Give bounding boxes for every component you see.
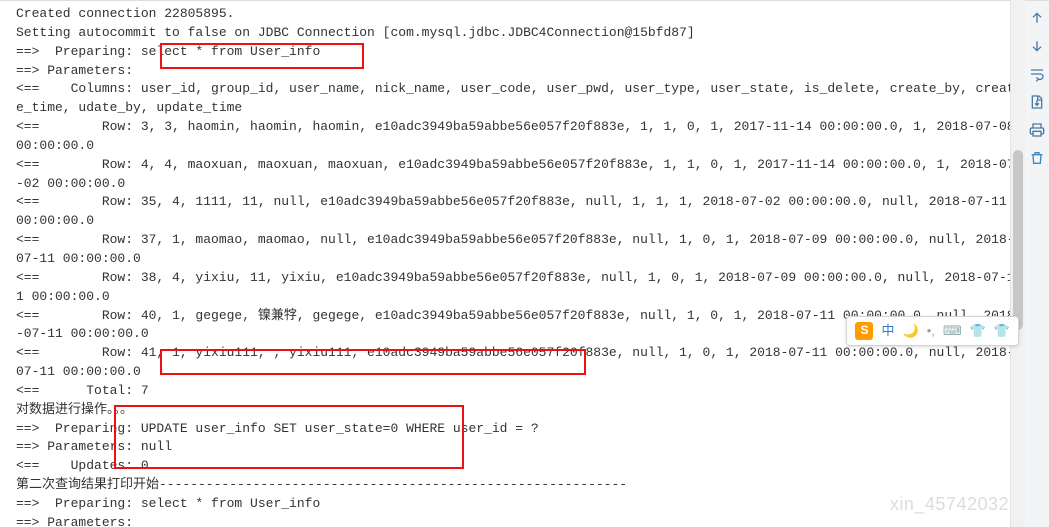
scroll-down-icon[interactable]	[1028, 37, 1046, 55]
console-log[interactable]: Created connection 22805895.Setting auto…	[0, 1, 1024, 527]
ime-toolbar[interactable]: S 中 🌙 •, ⌨ 👕 👕	[846, 316, 1019, 346]
ime-moon-icon[interactable]: 🌙	[903, 322, 919, 341]
log-line: ==> Parameters: null	[16, 438, 1018, 457]
ime-skin2-icon[interactable]: 👕	[994, 322, 1010, 341]
console-toolbar	[1024, 1, 1049, 527]
log-line: Setting autocommit to false on JDBC Conn…	[16, 24, 1018, 43]
log-line: 第二次查询结果打印开始-----------------------------…	[16, 476, 1018, 495]
log-line: Created connection 22805895.	[16, 5, 1018, 24]
ime-keyboard-icon[interactable]: ⌨	[943, 322, 962, 341]
log-line: <== Updates: 0	[16, 457, 1018, 476]
trash-icon[interactable]	[1028, 149, 1046, 167]
log-line: 对数据进行操作。。。	[16, 401, 1018, 420]
log-line: ==> Parameters:	[16, 514, 1018, 527]
log-line: <== Row: 41, 1, yixiu111, , yixiu111, e1…	[16, 344, 1018, 382]
scroll-up-icon[interactable]	[1028, 9, 1046, 27]
log-line: <== Columns: user_id, group_id, user_nam…	[16, 80, 1018, 118]
log-line: <== Total: 7	[16, 382, 1018, 401]
log-line: <== Row: 3, 3, haomin, haomin, haomin, e…	[16, 118, 1018, 156]
log-line: <== Row: 38, 4, yixiu, 11, yixiu, e10adc…	[16, 269, 1018, 307]
log-line: ==> Preparing: select * from User_info	[16, 495, 1018, 514]
log-line: <== Row: 35, 4, 1111, 11, null, e10adc39…	[16, 193, 1018, 231]
scroll-thumb[interactable]	[1013, 150, 1023, 330]
export-icon[interactable]	[1028, 93, 1046, 111]
log-line: ==> Parameters:	[16, 62, 1018, 81]
ime-skin-icon[interactable]: 👕	[970, 322, 986, 341]
log-line: ==> Preparing: UPDATE user_info SET user…	[16, 420, 1018, 439]
ime-lang[interactable]: 中	[881, 322, 894, 341]
print-icon[interactable]	[1028, 121, 1046, 139]
log-line: <== Row: 4, 4, maoxuan, maoxuan, maoxuan…	[16, 156, 1018, 194]
vertical-scrollbar[interactable]	[1010, 0, 1025, 527]
log-line: <== Row: 37, 1, maomao, maomao, null, e1…	[16, 231, 1018, 269]
log-line: ==> Preparing: select * from User_info	[16, 43, 1018, 62]
ime-punct-icon[interactable]: •,	[927, 322, 935, 341]
ime-logo-icon: S	[855, 322, 873, 340]
soft-wrap-icon[interactable]	[1028, 65, 1046, 83]
